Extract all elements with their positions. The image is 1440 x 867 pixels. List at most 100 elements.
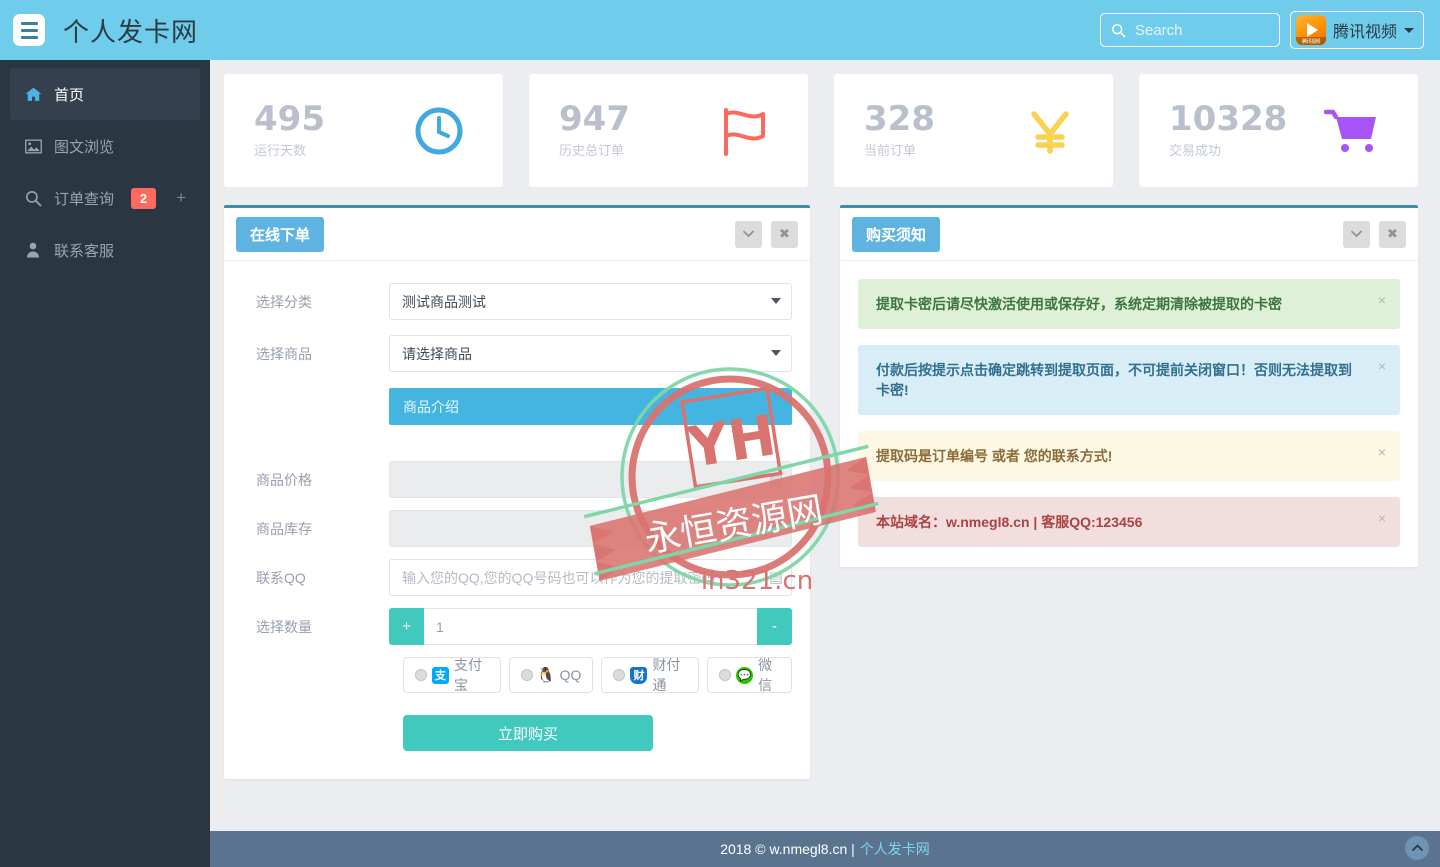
alert-close-icon[interactable]: × [1378,292,1386,308]
tencent-video-label: 腾讯视频 [1333,18,1397,42]
form-row-qq: 联系QQ ▤ [242,559,792,596]
sidebar-item-gallery[interactable]: 图文浏览 [10,120,200,172]
sidebar-item-order-query[interactable]: 订单查询 2 + [10,172,200,224]
radio-icon[interactable] [719,669,731,681]
clock-icon [413,105,465,157]
home-icon [24,86,42,103]
tencent-video-logo-icon: 腾讯视频 [1296,15,1326,45]
alert-close-icon[interactable]: × [1378,510,1386,526]
stat-label: 当前订单 [864,140,935,159]
sidebar-badge-count: 2 [131,188,156,209]
order-panel-header: 在线下单 ✖ [224,208,810,261]
qq-input[interactable] [389,559,792,596]
cart-icon [1324,107,1380,155]
alert-text: 提取码是订单编号 或者 您的联系方式! [876,448,1112,464]
form-row-stock: 商品库存 [242,510,792,547]
radio-icon[interactable] [521,669,533,681]
close-button[interactable]: ✖ [771,221,798,248]
sidebar-item-home[interactable]: 首页 [10,68,200,120]
payment-method-group: 支 支付宝 🐧 QQ 财 财付通 💬 [403,657,792,693]
payment-option-wechat[interactable]: 💬 微信 [707,657,792,693]
hamburger-icon [21,22,38,25]
radio-icon[interactable] [415,669,427,681]
notice-panel-tab[interactable]: 购买须知 [852,217,940,252]
sidebar-item-contact-support[interactable]: 联系客服 [10,224,200,276]
collapse-button[interactable] [735,221,762,248]
hamburger-icon [21,29,38,32]
quantity-label: 选择数量 [242,617,389,637]
payment-option-alipay[interactable]: 支 支付宝 [403,657,501,693]
search-icon [24,190,42,207]
form-row-product: 选择商品 请选择商品 [242,335,792,372]
alipay-icon: 支 [432,667,449,684]
hamburger-menu-button[interactable] [13,14,45,46]
category-select-wrap: 测试商品测试 [389,283,792,320]
category-select[interactable]: 测试商品测试 [389,283,792,320]
stat-label: 运行天数 [254,140,325,159]
alert-close-icon[interactable]: × [1378,358,1386,374]
stat-label: 历史总订单 [559,140,630,159]
sidebar-expand-plus-icon[interactable]: + [176,188,186,208]
main-content: 495 运行天数 947 历史总订单 328 当前订单 [210,60,1440,867]
footer: 2018 © w.nmegl8.cn | 个人发卡网 [210,831,1440,867]
tenpay-icon: 财 [630,667,647,684]
sidebar-item-label: 首页 [54,84,84,105]
payment-option-label: 财付通 [652,655,687,695]
stat-card-current-orders: 328 当前订单 [834,74,1113,187]
quantity-increase-button[interactable]: + [389,608,424,645]
stat-card-total-orders: 947 历史总订单 [529,74,808,187]
footer-copyright: 2018 © w.nmegl8.cn | [720,841,855,857]
image-icon [24,139,42,154]
search-box[interactable] [1100,13,1280,47]
close-button[interactable]: ✖ [1379,221,1406,248]
stat-number: 328 [864,102,935,138]
price-label: 商品价格 [242,470,389,490]
stat-number: 495 [254,102,325,138]
search-input[interactable] [1135,22,1255,39]
order-panel-body: 选择分类 测试商品测试 选择商品 请选择商品 [224,261,810,779]
brand-title: 个人发卡网 [63,12,198,49]
search-icon [1111,23,1126,38]
product-select[interactable]: 请选择商品 [389,335,792,372]
quantity-input[interactable] [424,608,757,645]
sidebar-item-label: 联系客服 [54,240,114,261]
top-bar: 个人发卡网 腾讯视频 腾讯视频 [0,0,1440,60]
stock-label: 商品库存 [242,519,389,539]
price-input [389,461,792,498]
footer-link[interactable]: 个人发卡网 [860,839,930,859]
stats-row: 495 运行天数 947 历史总订单 328 当前订单 [210,60,1440,187]
order-panel: 在线下单 ✖ 选择分类 [224,205,810,779]
stat-number: 947 [559,102,630,138]
notice-panel: 购买须知 ✖ 提取卡密后请尽快激活使用或保存好，系统定期清除被提取的卡密 × [840,205,1418,567]
payment-option-label: 微信 [758,655,780,695]
payment-option-tenpay[interactable]: 财 财付通 [601,657,699,693]
flag-icon [718,104,770,158]
stat-number: 10328 [1169,102,1287,138]
chevron-down-icon [1351,230,1362,238]
order-panel-tab[interactable]: 在线下单 [236,217,324,252]
order-panel-tools: ✖ [735,221,798,248]
product-intro-wrap: 商品介绍 [389,388,792,425]
buy-now-button[interactable]: 立即购买 [403,715,653,751]
quantity-decrease-button[interactable]: - [757,608,792,645]
form-row-category: 选择分类 测试商品测试 [242,283,792,320]
quantity-stepper: + - [389,608,792,645]
alert-text: 付款后按提示点击确定跳转到提取页面，不可提前关闭窗口！否则无法提取到卡密! [876,362,1352,398]
alert-item: 提取码是订单编号 或者 您的联系方式! × [858,431,1400,481]
scroll-to-top-button[interactable] [1405,836,1429,860]
chevron-down-icon [1404,28,1414,33]
stat-card-running-days: 495 运行天数 [224,74,503,187]
qq-label: 联系QQ [242,568,389,588]
yen-icon [1025,104,1075,158]
radio-icon[interactable] [613,669,625,681]
form-row-introduction: 商品介绍 [242,388,792,425]
tencent-video-dropdown[interactable]: 腾讯视频 腾讯视频 [1290,11,1424,49]
payment-option-qq[interactable]: 🐧 QQ [509,657,594,693]
collapse-button[interactable] [1343,221,1370,248]
product-intro-bar[interactable]: 商品介绍 [389,388,792,425]
stat-card-successful-transactions: 10328 交易成功 [1139,74,1418,187]
product-label: 选择商品 [242,344,389,364]
alert-item: 本站域名：w.nmegl8.cn | 客服QQ:123456 × [858,497,1400,547]
alert-close-icon[interactable]: × [1378,444,1386,460]
category-label: 选择分类 [242,292,389,312]
